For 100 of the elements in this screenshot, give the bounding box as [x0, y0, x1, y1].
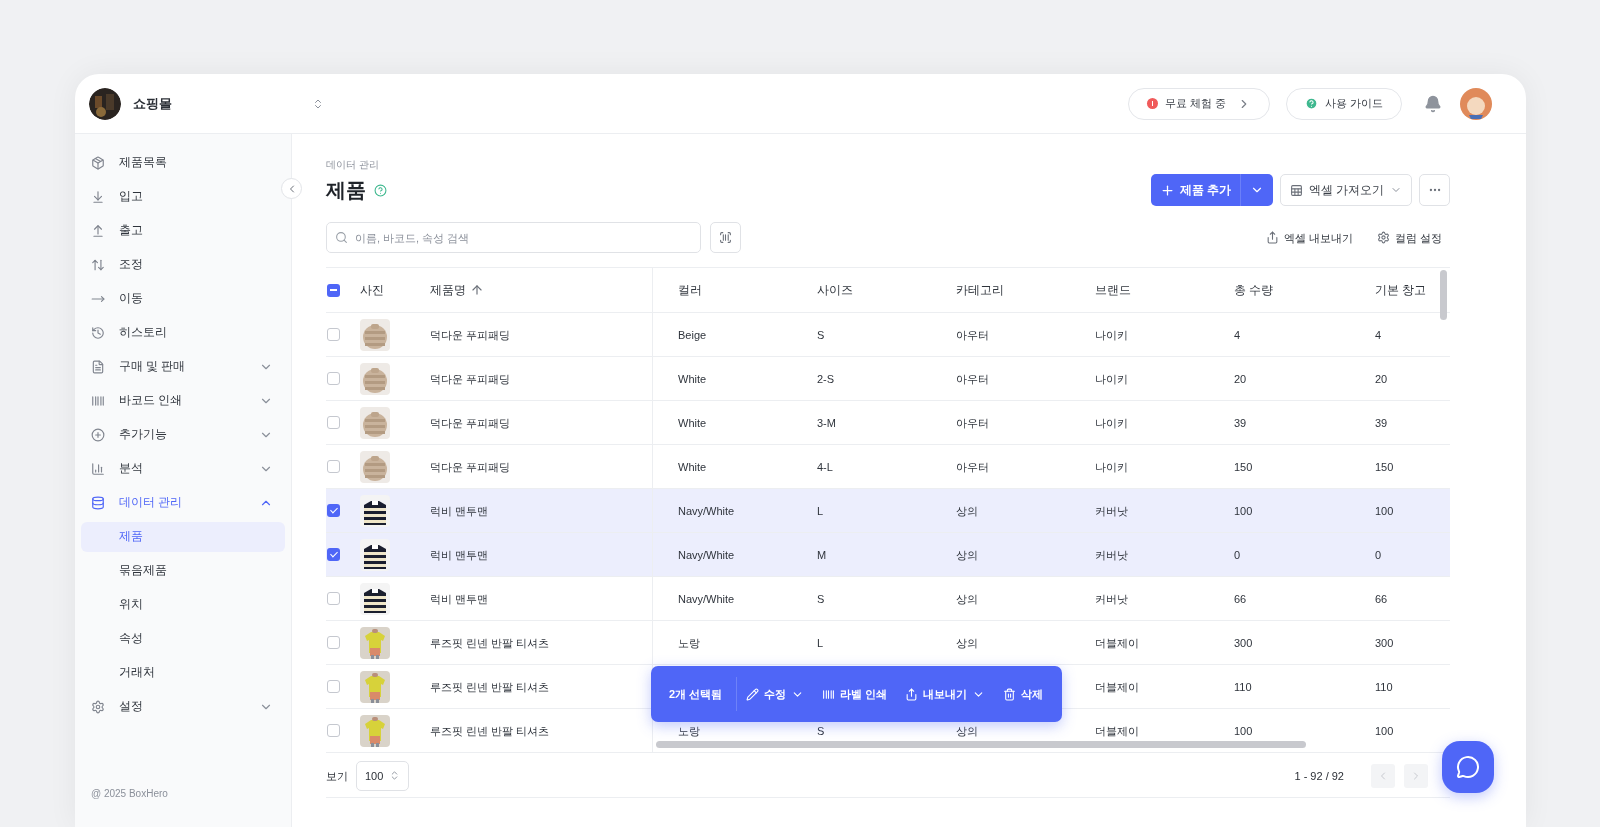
sidebar-subitem[interactable]: 묶음제품 — [81, 556, 285, 586]
table-cell: White — [678, 460, 707, 473]
checkbox[interactable] — [327, 460, 340, 474]
checkbox[interactable] — [327, 636, 340, 650]
table-row[interactable]: 덕다운 푸피패딩 White 2-S 아우터 나이키 20 20 — [326, 357, 1450, 402]
checkbox[interactable] — [327, 548, 340, 562]
table-row[interactable]: 덕다운 푸피패딩 White 4-L 아우터 나이키 150 150 — [326, 445, 1450, 490]
excel-import-button[interactable]: 엑셀 가져오기 — [1279, 174, 1412, 207]
table-cell: L — [817, 636, 824, 649]
bulk-action-button[interactable]: 삭제 — [994, 677, 1053, 712]
table-cell: White — [678, 372, 707, 385]
table-cell-text: 럭비 맨투맨 — [430, 547, 489, 563]
table-cell: 아우터 — [956, 460, 989, 473]
table-cell: 0 — [1375, 548, 1382, 561]
user-avatar[interactable] — [1460, 87, 1492, 120]
table-cell: 100 — [1375, 504, 1394, 517]
sidebar-subitem[interactable]: 위치 — [81, 590, 285, 620]
sidebar-item[interactable]: 입고 — [81, 180, 285, 214]
table-row[interactable]: 덕다운 푸피패딩 White 3-M 아우터 나이키 39 39 — [326, 401, 1450, 446]
table-cell: S — [817, 328, 825, 341]
sidebar-item[interactable]: 출고 — [81, 214, 285, 248]
switch-store-icon[interactable] — [312, 97, 324, 110]
copyright-text: @ 2025 BoxHero — [90, 787, 169, 801]
chat-button[interactable] — [1442, 741, 1494, 793]
search-field[interactable]: 이름, 바코드, 속성 검색 — [326, 222, 701, 254]
table-cell: 4-L — [817, 460, 833, 473]
table-row[interactable]: 럭비 맨투맨 Navy/White S 상의 커버낫 66 66 — [326, 577, 1450, 622]
alert-icon — [1146, 98, 1158, 109]
notification-bell-icon[interactable] — [1424, 94, 1442, 113]
selected-count: 2개 선택됨 — [669, 677, 738, 712]
table-row[interactable]: 럭비 맨투맨 Navy/White M 상의 커버낫 0 0 — [326, 533, 1450, 578]
store-name[interactable]: 쇼핑몰 — [133, 93, 172, 114]
sidebar-item[interactable]: 데이터 관리 — [81, 486, 285, 520]
bulk-action-button[interactable]: 라벨 인쇄 — [813, 677, 897, 712]
checkbox[interactable] — [327, 372, 340, 386]
store-avatar[interactable] — [89, 87, 121, 120]
barcode-icon — [91, 394, 105, 408]
table-row[interactable]: 덕다운 푸피패딩 Beige S 아우터 나이키 4 4 — [326, 313, 1450, 358]
column-header: 기본 창고 — [1374, 282, 1428, 298]
horizontal-scrollbar[interactable] — [656, 741, 1306, 749]
table-cell: 2-S — [817, 372, 835, 385]
checkbox[interactable] — [327, 592, 340, 606]
table-cell: 아우터 — [956, 416, 989, 429]
collapse-sidebar-button[interactable] — [281, 178, 302, 199]
sidebar-item[interactable]: 구매 및 판매 — [81, 350, 285, 384]
table-cell: M — [817, 548, 827, 561]
sidebar-item[interactable]: 바코드 인쇄 — [81, 384, 285, 418]
sidebar-subitem[interactable]: 거래처 — [81, 658, 285, 688]
table-cell: 상의 — [956, 724, 978, 737]
share-icon — [905, 687, 919, 701]
table-cell: 300 — [1375, 636, 1394, 649]
more-button[interactable] — [1419, 174, 1450, 207]
bulk-action-button[interactable]: 수정 — [737, 677, 814, 712]
chat-bubble-icon — [1456, 755, 1480, 779]
table-cell: 100 — [1234, 724, 1253, 737]
table-cell-text: 럭비 맨투맨 — [430, 591, 489, 607]
table-cell: 66 — [1234, 592, 1247, 605]
sidebar-item[interactable]: 제품목록 — [81, 146, 285, 180]
sidebar-item[interactable]: 이동 — [81, 282, 285, 316]
table-cell: 나이키 — [1095, 328, 1128, 341]
barcode-icon — [822, 687, 836, 701]
sidebar-item[interactable]: 조정 — [81, 248, 285, 282]
sidebar-item[interactable]: 히스토리 — [81, 316, 285, 350]
sidebar-item[interactable]: 설정 — [81, 690, 285, 724]
checkbox[interactable] — [327, 416, 340, 430]
checkbox[interactable] — [327, 504, 340, 518]
vertical-scrollbar[interactable] — [1440, 270, 1447, 321]
pencil-icon — [746, 687, 760, 701]
bulk-action-button[interactable]: 내보내기 — [896, 677, 995, 712]
checkbox[interactable] — [327, 724, 340, 738]
table-cell: White — [678, 416, 707, 429]
table-row[interactable]: 럭비 맨투맨 Navy/White L 상의 커버낫 100 100 — [326, 489, 1450, 534]
checkbox[interactable] — [327, 680, 340, 694]
barcode-scan-button[interactable] — [710, 222, 741, 254]
column-header: 브랜드 — [1094, 282, 1132, 298]
sidebar-subitem[interactable]: 제품 — [81, 522, 285, 552]
settings-icon — [1376, 231, 1390, 245]
settings-icon — [91, 700, 105, 714]
sidebar-subitem[interactable]: 속성 — [81, 624, 285, 654]
search-icon — [335, 231, 348, 245]
page-title: 제품 — [326, 178, 366, 204]
box-icon — [91, 156, 105, 170]
history-icon — [91, 326, 105, 340]
table-cell: L — [817, 504, 824, 517]
table-cell: 나이키 — [1095, 416, 1128, 429]
sidebar-item[interactable]: 분석 — [81, 452, 285, 486]
table-row[interactable]: 루즈핏 린넨 반팔 티셔츠 노랑 L 상의 더블제이 300 300 — [326, 621, 1450, 666]
checkbox[interactable] — [327, 328, 340, 342]
help-icon[interactable] — [374, 183, 387, 197]
table-cell: 39 — [1234, 416, 1247, 429]
per-page-select[interactable]: 100 — [356, 760, 409, 791]
column-header: 총 수량 — [1233, 282, 1275, 298]
excel-export-link[interactable]: 엑셀 내보내기 — [1265, 229, 1353, 246]
checkbox[interactable] — [327, 283, 340, 297]
plus-icon — [1159, 182, 1175, 198]
column-header: 사진 — [360, 282, 385, 298]
column-header[interactable]: 제품명 — [430, 281, 466, 299]
sidebar-item[interactable]: 추가기능 — [81, 418, 285, 452]
table-cell: S — [817, 724, 825, 737]
column-settings-link[interactable]: 컬럼 설정 — [1376, 229, 1442, 246]
